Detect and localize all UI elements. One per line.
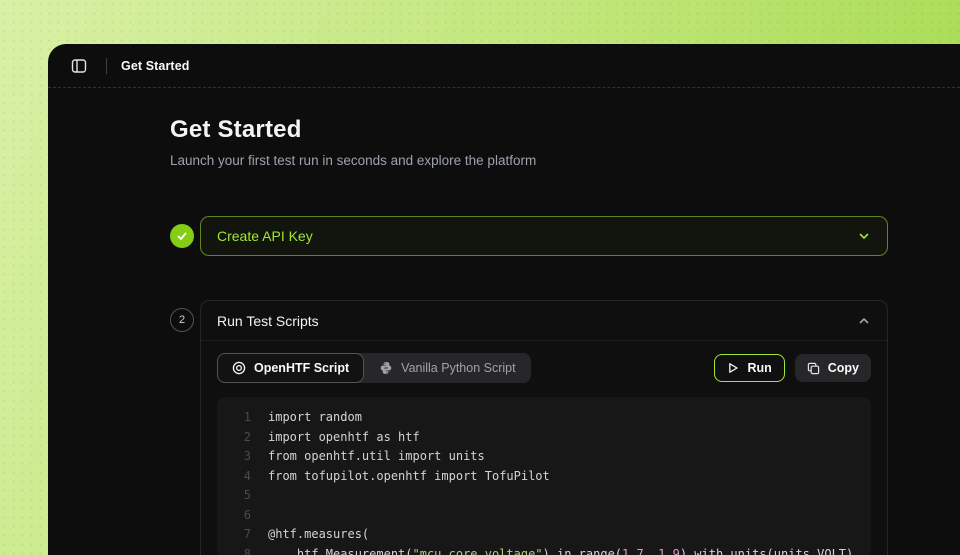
top-bar: Get Started [48,44,960,88]
scripts-body: OpenHTF Script Vanilla Python Script Run… [201,341,887,555]
run-test-scripts-label: Run Test Scripts [217,312,319,329]
code-text: from openhtf.util import units [268,449,485,463]
panel-left-icon [71,58,87,74]
line-number: 7 [243,527,251,541]
play-icon [727,362,739,374]
app-panel: Get Started Get Started Launch your firs… [48,44,960,555]
line-number: 8 [243,546,251,555]
step-create-api-key: Create API Key [170,216,888,256]
code-line: 3 from openhtf.util import units [217,447,871,467]
copy-icon [807,362,820,375]
create-api-key-label: Create API Key [217,228,313,244]
step-run-test-scripts: 2 Run Test Scripts OpenHTF Script Vanill… [170,300,888,555]
line-number: 4 [243,468,251,483]
page-subtitle: Launch your first test run in seconds an… [170,153,537,168]
topbar-divider [106,57,107,74]
code-line: 8 htf.Measurement("mcu_core_voltage").in… [217,545,871,555]
code-text: @htf.measures( [268,527,370,541]
page-title: Get Started [170,116,302,143]
line-number: 3 [243,449,251,463]
code-text: from tofupilot.openhtf import TofuPilot [268,468,550,483]
step-number-badge: 2 [170,308,194,332]
tab-label: Vanilla Python Script [401,361,516,375]
step-number: 2 [178,314,186,326]
main-content: Get Started Launch your first test run i… [48,88,960,555]
code-line: 6 [217,506,871,526]
copy-button[interactable]: Copy [794,354,871,382]
script-tab-group: OpenHTF Script Vanilla Python Script [217,353,531,383]
run-test-scripts-accordion[interactable]: Run Test Scripts [201,301,887,341]
code-line: 2 import openhtf as htf [217,428,871,448]
chevron-down-icon [857,229,871,243]
code-line: 4 from tofupilot.openhtf import TofuPilot [217,467,871,487]
run-button[interactable]: Run [714,354,785,382]
tab-openhtf-script[interactable]: OpenHTF Script [217,353,365,383]
code-editor[interactable]: 1 import random 2 import openhtf as htf 3 fro… [217,397,871,555]
code-line: 1 import random [217,408,871,428]
line-number: 5 [243,488,251,502]
line-number: 2 [243,429,251,444]
tab-label: OpenHTF Script [254,361,350,375]
toolbar-actions: Run Copy [714,354,871,382]
code-line: 7 @htf.measures( [217,525,871,545]
onboarding-steps: Create API Key 2 Run Test Scripts OpenHT… [170,216,888,555]
line-number: 6 [243,507,251,522]
run-button-label: Run [747,361,772,375]
code-text: htf.Measurement("mcu_core_voltage").in_r… [268,546,861,555]
step-complete-badge [170,224,194,248]
chevron-up-icon [857,314,871,328]
tab-vanilla-python-script[interactable]: Vanilla Python Script [364,353,530,383]
sidebar-toggle-button[interactable] [66,53,92,79]
copy-button-label: Copy [827,361,859,375]
create-api-key-accordion[interactable]: Create API Key [200,216,888,256]
code-line: 5 [217,486,871,506]
breadcrumb: Get Started [121,58,190,73]
openhtf-logo-icon [232,361,246,375]
check-icon [176,230,188,242]
line-number: 1 [243,410,251,424]
code-text: import openhtf as htf [268,429,420,444]
run-test-scripts-panel: Run Test Scripts OpenHTF Script Vanilla … [200,300,888,555]
code-text: import random [268,410,362,424]
script-toolbar: OpenHTF Script Vanilla Python Script Run… [217,353,871,383]
code-lines: 1 import random 2 import openhtf as htf 3 fro… [217,408,871,555]
python-logo-icon [379,361,393,375]
